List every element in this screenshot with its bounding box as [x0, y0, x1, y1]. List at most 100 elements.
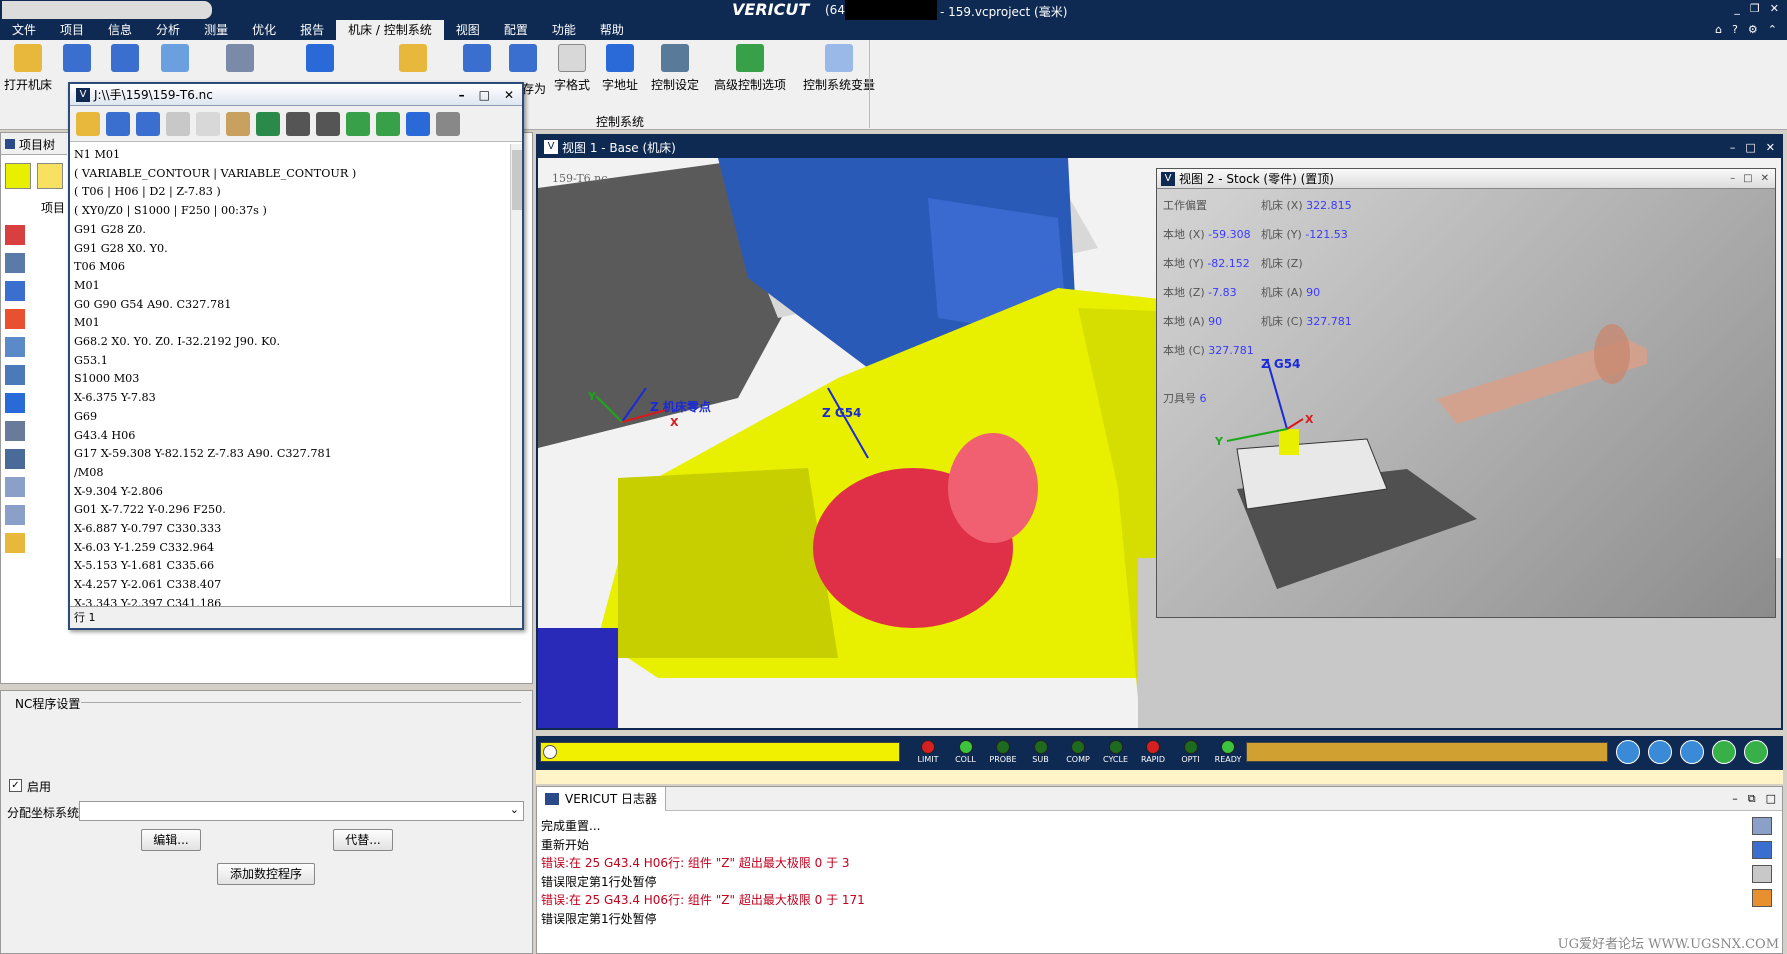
nc-code-line[interactable]: G68.2 X0. Y0. Z0. I-32.2192 J90. K0. [74, 333, 506, 352]
status-led-opti[interactable]: OPTI [1173, 740, 1209, 764]
goto-line-icon[interactable] [256, 111, 280, 136]
cut-icon[interactable] [166, 111, 190, 136]
status-led-probe[interactable]: PROBE [985, 740, 1021, 764]
menu-machine-control[interactable]: 机床 / 控制系统 [336, 20, 444, 40]
menu-optimize[interactable]: 优化 [240, 20, 288, 40]
nc-code-line[interactable]: N1 M01 [74, 146, 506, 165]
nc-code-line[interactable]: M01 [74, 277, 506, 296]
view2-titlebar[interactable]: V 视图 2 - Stock (零件) (置顶) – □ ✕ [1157, 169, 1775, 189]
expand-icon[interactable]: ⌃ [1768, 23, 1777, 36]
save-as-control-button[interactable]: 另存为 [500, 44, 546, 96]
nc-code-line[interactable]: /M08 [74, 464, 506, 483]
add-nc-program-button[interactable]: 添加数控程序 [217, 863, 315, 885]
tree-side-icon-2[interactable] [5, 253, 25, 273]
advanced-control-button[interactable]: 高级控制选项 [710, 44, 790, 93]
nc-editor-titlebar[interactable]: V J:\\手\159\159-T6.nc – □ ✕ [70, 84, 522, 106]
window-controls[interactable]: _ ❐ ✕ [1734, 2, 1779, 15]
view1-close-icon[interactable]: ✕ [1766, 141, 1775, 154]
view2-close-icon[interactable]: ✕ [1761, 173, 1769, 184]
print-icon[interactable] [436, 111, 460, 136]
open-file-icon[interactable] [76, 111, 100, 136]
new-machine-icon[interactable] [160, 44, 190, 76]
replace-button[interactable]: 代替... [333, 829, 393, 851]
nc-code-line[interactable]: X-9.304 Y-2.806 [74, 483, 506, 502]
editor-minimize-icon[interactable]: – [459, 88, 465, 102]
eject-icon[interactable] [1616, 740, 1640, 764]
nc-code-line[interactable]: X-6.375 Y-7.83 [74, 389, 506, 408]
log-shield-icon[interactable] [1752, 841, 1772, 859]
step-icon[interactable] [1712, 740, 1736, 764]
logger-minimize-icon[interactable]: – [1732, 792, 1738, 806]
stock-3d-scene[interactable] [1157, 189, 1775, 617]
save-control-icon[interactable] [462, 44, 492, 76]
nc-code-line[interactable]: G91 G28 Z0. [74, 221, 506, 240]
control-variables-button[interactable]: 控制系统变量 [794, 44, 884, 93]
status-led-cycle[interactable]: CYCLE [1098, 740, 1134, 764]
replace-all-icon[interactable] [376, 111, 400, 136]
status-led-comp[interactable]: COMP [1060, 740, 1096, 764]
tree-side-icon-1[interactable] [5, 225, 25, 245]
menu-analysis[interactable]: 分析 [144, 20, 192, 40]
tree-side-icon-8[interactable] [5, 421, 25, 441]
editor-maximize-icon[interactable]: □ [479, 88, 490, 102]
logger-tab[interactable]: VERICUT 日志器 [537, 786, 666, 811]
log-filter-icon[interactable] [1752, 817, 1772, 835]
nc-code-line[interactable]: ( XY0/Z0 | S1000 | F250 | 00:37s ) [74, 202, 506, 221]
view2-maximize-icon[interactable]: □ [1743, 173, 1752, 184]
word-format-button[interactable]: 字格式 [552, 44, 592, 93]
save-icon[interactable] [106, 111, 130, 136]
tree-side-icon-11[interactable] [5, 505, 25, 525]
help-icon[interactable]: ? [1732, 23, 1738, 36]
log-chart-icon[interactable] [1752, 889, 1772, 907]
play-icon[interactable] [1744, 740, 1768, 764]
tree-tool-2-icon[interactable] [37, 163, 63, 189]
word-address-button[interactable]: 字地址 [600, 44, 640, 93]
view1-titlebar[interactable]: V 视图 1 - Base (机床) – □ ✕ [538, 136, 1781, 158]
find-icon[interactable] [286, 111, 310, 136]
open-control-icon[interactable] [398, 44, 428, 76]
nc-code-line[interactable]: X-6.03 Y-1.259 C332.964 [74, 539, 506, 558]
slider-thumb[interactable] [543, 745, 557, 759]
paste-icon[interactable] [226, 111, 250, 136]
tree-side-icon-9[interactable] [5, 449, 25, 469]
nc-code-line[interactable]: G01 X-7.722 Y-0.296 F250. [74, 501, 506, 520]
save-machine-icon[interactable] [62, 44, 92, 76]
nc-scrollbar[interactable] [510, 144, 522, 610]
open-machine-button[interactable]: 打开机床 [4, 44, 52, 93]
coord-system-select[interactable]: ⌄ [79, 801, 524, 821]
find-next-icon[interactable] [316, 111, 340, 136]
menu-project[interactable]: 项目 [48, 20, 96, 40]
menu-view[interactable]: 视图 [444, 20, 492, 40]
view1-maximize-icon[interactable]: □ [1745, 141, 1755, 154]
status-led-limit[interactable]: LIMIT [910, 740, 946, 764]
rewind-icon[interactable] [1648, 740, 1672, 764]
tree-side-icon-5[interactable] [5, 337, 25, 357]
copy-icon[interactable] [196, 111, 220, 136]
status-led-coll[interactable]: COLL [948, 740, 984, 764]
menu-function[interactable]: 功能 [540, 20, 588, 40]
project-tree-tab[interactable]: 项目树 [1, 133, 67, 155]
edit-button[interactable]: 编辑... [141, 829, 201, 851]
simulation-slider[interactable] [540, 742, 900, 762]
nc-code-line[interactable]: G91 G28 X0. Y0. [74, 240, 506, 259]
pause-icon[interactable] [1680, 740, 1704, 764]
logger-maximize-icon[interactable]: □ [1766, 792, 1776, 806]
view2-minimize-icon[interactable]: – [1730, 173, 1735, 184]
minimize-icon[interactable]: _ [1734, 2, 1740, 15]
home-icon[interactable]: ⌂ [1715, 23, 1722, 36]
menu-config[interactable]: 配置 [492, 20, 540, 40]
menu-report[interactable]: 报告 [288, 20, 336, 40]
menu-help[interactable]: 帮助 [588, 20, 636, 40]
menu-file[interactable]: 文件 [0, 20, 48, 40]
tree-tool-1-icon[interactable] [5, 163, 31, 189]
close-icon[interactable]: ✕ [1770, 2, 1779, 15]
editor-close-icon[interactable]: ✕ [504, 88, 514, 102]
nc-code-line[interactable]: X-6.887 Y-0.797 C330.333 [74, 520, 506, 539]
status-led-ready[interactable]: READY [1210, 740, 1246, 764]
nc-code-line[interactable]: X-4.257 Y-2.061 C338.407 [74, 576, 506, 595]
replace-icon[interactable] [346, 111, 370, 136]
status-led-rapid[interactable]: RAPID [1135, 740, 1171, 764]
nc-code-line[interactable]: S1000 M03 [74, 370, 506, 389]
nc-code-line[interactable]: ( VARIABLE_CONTOUR | VARIABLE_CONTOUR ) [74, 165, 506, 184]
undo-icon[interactable] [406, 111, 430, 136]
